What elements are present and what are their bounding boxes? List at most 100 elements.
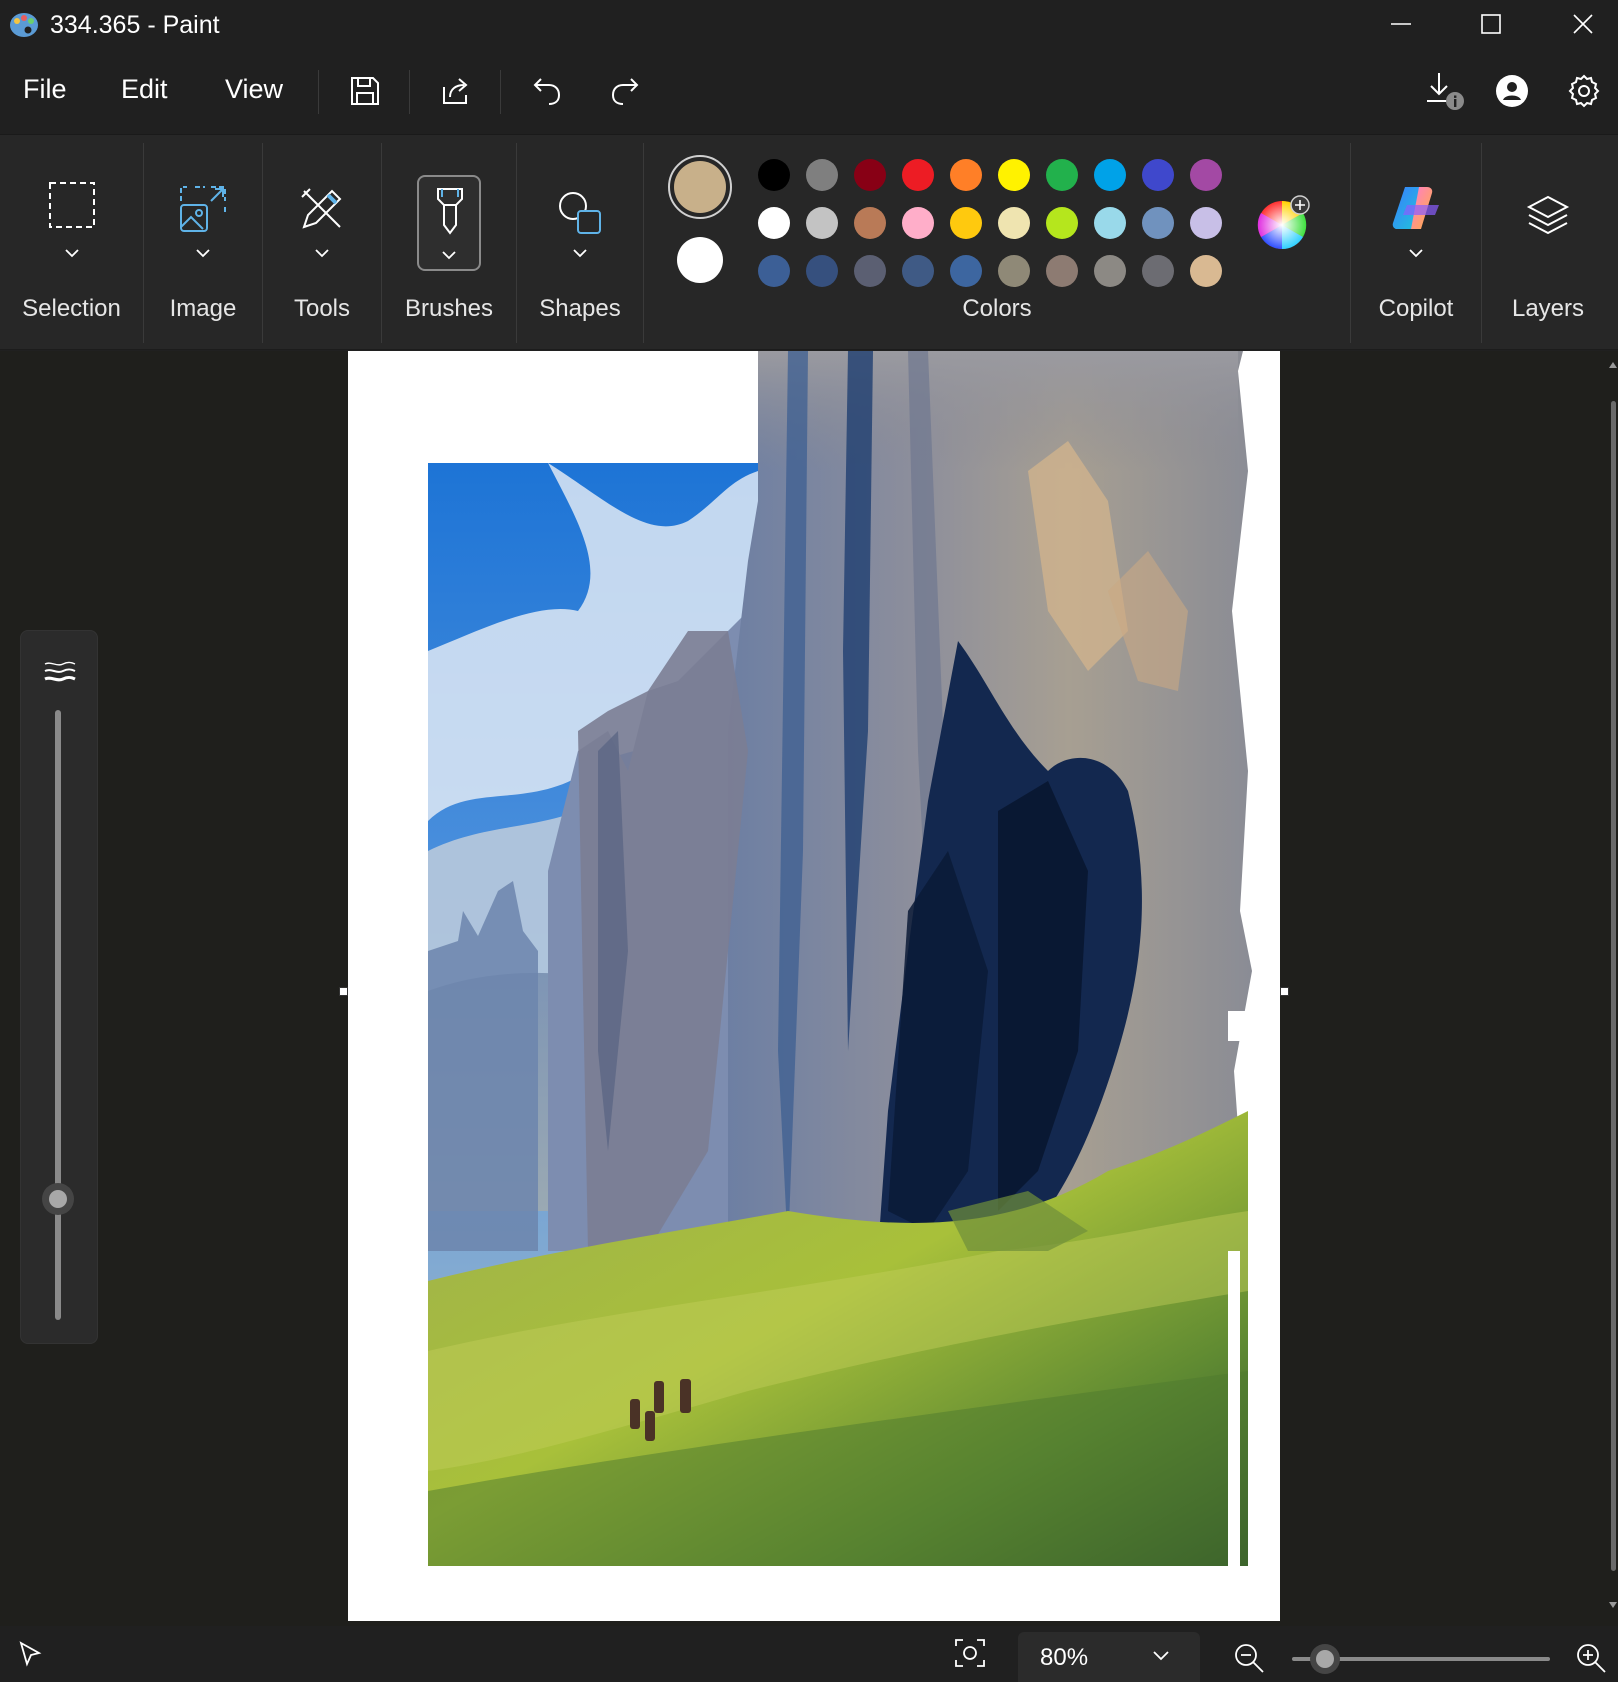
color-swatch[interactable] <box>998 255 1030 287</box>
color-swatch[interactable] <box>902 255 934 287</box>
vertical-scroll-thumb[interactable] <box>1611 401 1616 1571</box>
brush-size-track[interactable] <box>55 710 61 1320</box>
brush-size-thumb[interactable] <box>42 1183 74 1215</box>
copilot-icon <box>1392 187 1439 229</box>
view-menu[interactable]: View <box>225 74 283 105</box>
save-button[interactable] <box>340 66 390 116</box>
primary-color-fill <box>674 161 726 213</box>
brushes-button[interactable] <box>417 175 481 271</box>
color-swatch[interactable] <box>806 255 838 287</box>
minimize-icon <box>1391 23 1411 25</box>
brushes-label: Brushes <box>404 295 494 322</box>
layers-icon <box>1526 195 1570 235</box>
download-button[interactable] <box>1415 66 1475 116</box>
undo-button[interactable] <box>522 66 572 116</box>
shapes-group[interactable]: Shapes <box>517 135 643 351</box>
color-swatch[interactable] <box>902 159 934 191</box>
settings-button[interactable] <box>1559 66 1609 116</box>
chevron-down-icon <box>442 251 456 260</box>
edit-colors-icon[interactable] <box>1256 195 1312 251</box>
maximize-icon <box>1481 14 1501 34</box>
redo-button[interactable] <box>600 66 650 116</box>
cursor-position-icon <box>19 1641 42 1667</box>
color-swatch[interactable] <box>1142 159 1174 191</box>
zoom-out-icon[interactable] <box>1233 1642 1265 1674</box>
color-swatch[interactable] <box>902 207 934 239</box>
marker-brush-icon <box>437 188 463 235</box>
zoom-slider-thumb[interactable] <box>1309 1644 1340 1674</box>
menu-divider <box>318 70 319 114</box>
chevron-down-icon <box>64 249 79 258</box>
chevron-down-icon <box>1153 1651 1169 1661</box>
color-swatch[interactable] <box>854 159 886 191</box>
color-swatch[interactable] <box>806 207 838 239</box>
file-menu[interactable]: File <box>23 74 67 105</box>
zoom-dropdown[interactable]: 80% <box>1018 1632 1200 1682</box>
share-button[interactable] <box>431 66 481 116</box>
vertical-scrollbar[interactable] <box>1608 351 1618 1626</box>
primary-color[interactable] <box>668 155 732 219</box>
resize-handle-left[interactable] <box>339 987 348 996</box>
color-swatch[interactable] <box>1046 159 1078 191</box>
copilot-group[interactable]: Copilot <box>1351 135 1481 351</box>
image-group[interactable]: Image <box>144 135 262 351</box>
color-swatch[interactable] <box>1046 255 1078 287</box>
color-swatch[interactable] <box>1142 255 1174 287</box>
canvas-workspace[interactable] <box>0 351 1618 1626</box>
menu-divider <box>409 70 410 114</box>
color-swatch[interactable] <box>1094 255 1126 287</box>
chevron-down-icon <box>315 249 329 258</box>
account-button[interactable] <box>1487 66 1537 116</box>
scroll-up-icon[interactable] <box>1609 361 1617 369</box>
color-swatch[interactable] <box>806 159 838 191</box>
color-swatch[interactable] <box>854 255 886 287</box>
rectangle-selection-icon <box>48 182 95 228</box>
color-swatch[interactable] <box>950 159 982 191</box>
color-swatch[interactable] <box>1094 159 1126 191</box>
window-title: 334.365 - Paint <box>50 11 220 39</box>
color-swatch[interactable] <box>998 159 1030 191</box>
paint-palette-icon <box>10 13 38 37</box>
selection-group[interactable]: Selection <box>0 135 143 351</box>
close-button[interactable] <box>1538 0 1618 48</box>
color-swatch[interactable] <box>1190 255 1222 287</box>
color-swatch[interactable] <box>1190 159 1222 191</box>
tools-group[interactable]: Tools <box>263 135 381 351</box>
gear-icon <box>1568 74 1600 108</box>
copilot-label: Copilot <box>1378 295 1454 322</box>
close-icon <box>1573 14 1593 34</box>
image-label: Image <box>169 295 237 322</box>
color-swatch[interactable] <box>758 255 790 287</box>
color-swatch[interactable] <box>758 159 790 191</box>
menu-bar: File Edit View <box>0 48 1618 134</box>
color-swatch[interactable] <box>1046 207 1078 239</box>
save-icon <box>351 77 379 105</box>
edit-menu[interactable]: Edit <box>121 74 168 105</box>
minimize-button[interactable] <box>1356 0 1446 48</box>
shapes-icon <box>559 192 601 234</box>
layers-group[interactable]: Layers <box>1482 135 1614 351</box>
tools-label: Tools <box>293 295 351 322</box>
scroll-down-icon[interactable] <box>1609 1601 1617 1609</box>
color-swatch[interactable] <box>998 207 1030 239</box>
color-swatch[interactable] <box>854 207 886 239</box>
account-icon <box>1496 75 1528 107</box>
chevron-down-icon <box>573 249 587 258</box>
colors-label: Colors <box>962 295 1032 322</box>
painting-image[interactable] <box>348 351 1280 1621</box>
secondary-color[interactable] <box>677 237 723 283</box>
canvas[interactable] <box>348 351 1280 1621</box>
layers-label: Layers <box>1511 295 1585 322</box>
resize-handle-right[interactable] <box>1280 987 1289 996</box>
brushes-group[interactable]: Brushes <box>382 135 516 351</box>
color-swatch[interactable] <box>950 207 982 239</box>
color-swatch[interactable] <box>1190 207 1222 239</box>
zoom-in-icon[interactable] <box>1575 1642 1607 1674</box>
image-resize-icon <box>180 186 226 232</box>
fit-to-window-icon[interactable] <box>954 1638 986 1668</box>
color-swatch[interactable] <box>758 207 790 239</box>
color-swatch[interactable] <box>1094 207 1126 239</box>
color-swatch[interactable] <box>1142 207 1174 239</box>
maximize-button[interactable] <box>1446 0 1536 48</box>
color-swatch[interactable] <box>950 255 982 287</box>
